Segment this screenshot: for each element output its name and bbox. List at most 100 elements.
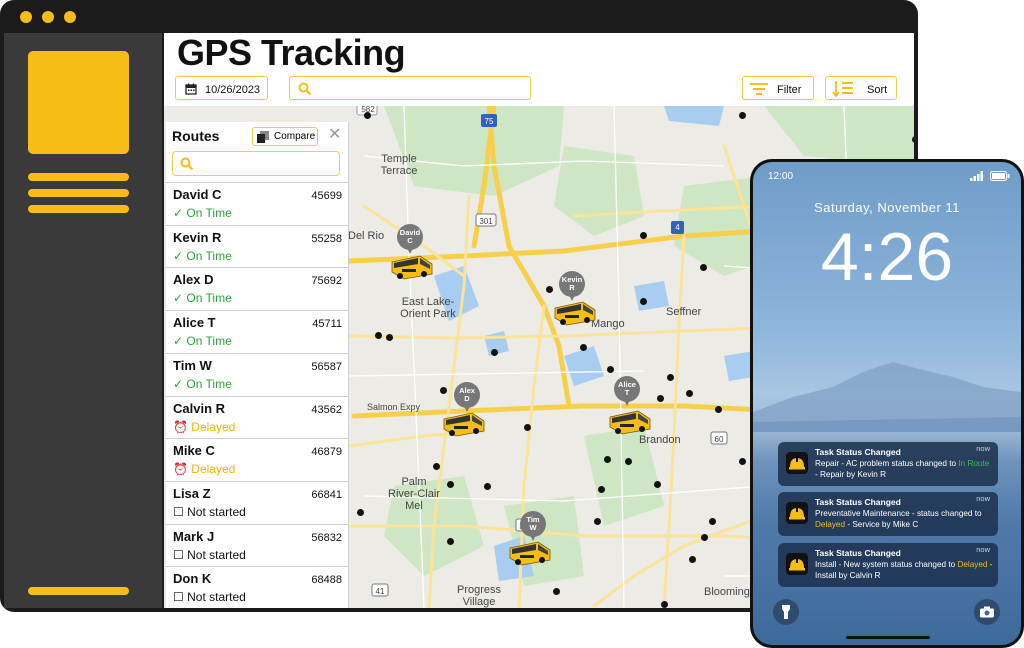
stop-dot[interactable] bbox=[625, 458, 632, 465]
route-row[interactable]: Alice T 45711 ✓ On Time bbox=[166, 310, 348, 353]
sort-button[interactable]: Sort bbox=[825, 76, 897, 100]
route-row[interactable]: Calvin R 43562 ⏰ Delayed bbox=[166, 395, 348, 439]
window-dot-3 bbox=[64, 11, 76, 23]
stop-dot[interactable] bbox=[739, 458, 746, 465]
route-driver-name: Lisa Z bbox=[173, 485, 211, 501]
notification-time: now bbox=[976, 444, 990, 453]
sidebar-menu-line-3[interactable] bbox=[28, 205, 129, 213]
stop-dot[interactable] bbox=[667, 374, 674, 381]
stop-dot[interactable] bbox=[594, 518, 601, 525]
notification-card[interactable]: Task Status Changed now Preventative Maint… bbox=[778, 492, 998, 536]
stop-dot[interactable] bbox=[447, 481, 454, 488]
route-status-text: Not started bbox=[187, 504, 246, 519]
notification-time: now bbox=[976, 494, 990, 503]
notification-card[interactable]: Task Status Changed now Repair - AC proble… bbox=[778, 442, 998, 486]
stop-dot[interactable] bbox=[375, 332, 382, 339]
battery-icon bbox=[990, 171, 1010, 181]
stop-dot[interactable] bbox=[640, 298, 647, 305]
map-pin-icon[interactable]: Alice T bbox=[614, 376, 642, 410]
sidebar-footer-line[interactable] bbox=[28, 587, 129, 595]
route-status-text: Not started bbox=[187, 547, 246, 562]
stop-dot[interactable] bbox=[607, 366, 614, 373]
notification-body: Preventative Maintenance - status change… bbox=[815, 509, 982, 529]
flashlight-button[interactable] bbox=[773, 599, 799, 625]
stop-dot[interactable] bbox=[657, 395, 664, 402]
route-status: ☐ Not started bbox=[173, 590, 246, 604]
stop-dot[interactable] bbox=[912, 136, 914, 143]
stop-dot[interactable] bbox=[386, 334, 393, 341]
window-dot-1 bbox=[20, 11, 32, 23]
route-row[interactable]: Mike C 46879 ⏰ Delayed bbox=[166, 438, 348, 481]
stop-dot[interactable] bbox=[440, 387, 447, 394]
stop-dot[interactable] bbox=[700, 264, 707, 271]
close-icon[interactable]: ✕ bbox=[328, 124, 341, 144]
stop-dot[interactable] bbox=[604, 456, 611, 463]
stop-dot[interactable] bbox=[689, 556, 696, 563]
place-salmon-expy: Salmon Expy bbox=[367, 402, 421, 412]
stop-dot[interactable] bbox=[598, 486, 605, 493]
filter-label: Filter bbox=[777, 84, 802, 96]
stop-dot[interactable] bbox=[447, 538, 454, 545]
stop-dot[interactable] bbox=[553, 588, 560, 595]
search-icon bbox=[298, 82, 312, 96]
stop-dot[interactable] bbox=[661, 601, 668, 608]
notification-card[interactable]: Task Status Changed now Install - New syst… bbox=[778, 543, 998, 587]
app-logo bbox=[28, 51, 129, 154]
routes-title: Routes bbox=[172, 128, 220, 144]
date-picker[interactable]: 10/26/2023 bbox=[175, 76, 268, 100]
stop-dot[interactable] bbox=[364, 112, 371, 119]
route-row[interactable]: Lisa Z 66841 ☐ Not started bbox=[166, 480, 348, 524]
routes-search-input[interactable] bbox=[172, 151, 340, 176]
search-input[interactable] bbox=[289, 76, 531, 100]
square-icon: ☐ bbox=[173, 504, 184, 519]
sort-label: Sort bbox=[867, 84, 888, 96]
place-temple-terrace: Temple Terrace bbox=[380, 153, 418, 177]
stop-dot[interactable] bbox=[701, 534, 708, 541]
stop-dot[interactable] bbox=[686, 390, 693, 397]
route-driver-name: Calvin R bbox=[173, 400, 226, 416]
route-row[interactable]: Kevin R 55258 ✓ On Time bbox=[166, 224, 348, 268]
sidebar-menu-line-1[interactable] bbox=[28, 173, 129, 181]
alarm-icon: ⏰ bbox=[173, 419, 188, 434]
route-number: 66841 bbox=[311, 488, 342, 501]
stop-dot[interactable] bbox=[433, 463, 440, 470]
sidebar bbox=[4, 33, 162, 608]
stop-dot[interactable] bbox=[546, 286, 553, 293]
stop-dot[interactable] bbox=[484, 483, 491, 490]
route-driver-name: Tim W bbox=[173, 357, 212, 373]
stop-dot[interactable] bbox=[357, 509, 364, 516]
camera-button[interactable] bbox=[974, 599, 1000, 625]
bus-icon[interactable] bbox=[442, 411, 486, 437]
bus-icon[interactable] bbox=[390, 254, 434, 280]
stop-dot[interactable] bbox=[709, 518, 716, 525]
stop-dot[interactable] bbox=[640, 232, 647, 239]
stop-dot[interactable] bbox=[524, 424, 531, 431]
search-icon bbox=[180, 157, 194, 171]
page-title: GPS Tracking bbox=[177, 33, 406, 73]
compare-button[interactable]: Compare bbox=[252, 127, 318, 146]
route-row[interactable]: David C 45699 ✓ On Time bbox=[166, 182, 348, 225]
stop-dot[interactable] bbox=[715, 406, 722, 413]
flashlight-icon bbox=[782, 605, 790, 619]
notification-status: Delayed bbox=[957, 560, 988, 569]
route-row[interactable]: Don K 68488 ☐ Not started bbox=[166, 566, 348, 608]
stop-dot[interactable] bbox=[580, 344, 587, 351]
route-number: 46879 bbox=[311, 446, 342, 459]
check-icon: ✓ bbox=[173, 376, 184, 391]
route-status: ✓ On Time bbox=[173, 291, 232, 305]
bus-icon[interactable] bbox=[553, 300, 597, 326]
route-row[interactable]: Alex D 75692 ✓ On Time bbox=[166, 267, 348, 310]
home-indicator[interactable] bbox=[846, 636, 930, 639]
stop-dot[interactable] bbox=[654, 481, 661, 488]
sidebar-menu-line-2[interactable] bbox=[28, 189, 129, 197]
alarm-icon: ⏰ bbox=[173, 462, 188, 477]
lock-date: Saturday, November 11 bbox=[814, 200, 960, 215]
stop-dot[interactable] bbox=[491, 349, 498, 356]
map-pin-icon[interactable]: David C bbox=[397, 224, 425, 258]
route-row[interactable]: Mark J 56832 ☐ Not started bbox=[166, 523, 348, 567]
route-row[interactable]: Tim W 56587 ✓ On Time bbox=[166, 352, 348, 396]
filter-button[interactable]: Filter bbox=[742, 76, 814, 100]
bus-icon[interactable] bbox=[508, 540, 552, 566]
bus-icon[interactable] bbox=[608, 409, 652, 435]
stop-dot[interactable] bbox=[739, 112, 746, 119]
